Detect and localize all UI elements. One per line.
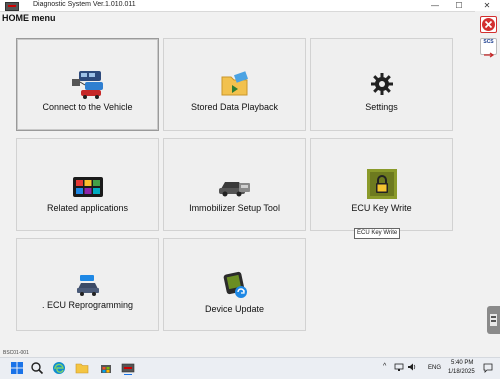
app-logo-icon bbox=[5, 2, 19, 11]
panel-toggle-icon bbox=[490, 314, 497, 326]
diagnostic-app-taskbar-icon[interactable] bbox=[121, 361, 135, 375]
ecu-lock-icon bbox=[366, 169, 397, 199]
search-icon[interactable] bbox=[30, 361, 44, 375]
close-icon bbox=[482, 18, 495, 31]
exit-button[interactable] bbox=[480, 16, 497, 33]
tray-overflow-arrow[interactable]: ^ bbox=[383, 363, 386, 370]
network-icon[interactable] bbox=[394, 362, 404, 372]
tile-immobilizer-setup[interactable]: Immobilizer Setup Tool bbox=[163, 138, 306, 231]
device-update-icon bbox=[223, 271, 247, 298]
clock-date[interactable]: 1/18/2025 bbox=[448, 369, 475, 375]
file-explorer-icon[interactable] bbox=[75, 361, 89, 375]
tile-label: Settings bbox=[365, 102, 398, 112]
title-bar: Diagnostic System Ver.1.010.011 — ☐ ✕ bbox=[0, 0, 500, 12]
taskbar: ^ ENG 5:40 PM 1/18/2025 bbox=[0, 357, 500, 379]
scs-label: SCS bbox=[483, 39, 494, 45]
window-title: Diagnostic System Ver.1.010.011 bbox=[33, 1, 136, 8]
tile-ecu-key-write[interactable]: ECU Key Write bbox=[310, 138, 453, 231]
tile-label: Connect to the Vehicle bbox=[42, 102, 133, 112]
volume-icon[interactable] bbox=[407, 362, 417, 372]
tile-label: Device Update bbox=[204, 304, 265, 314]
status-code: BSC01-001 bbox=[3, 350, 29, 356]
tile-connect-vehicle[interactable]: Connect to the Vehicle bbox=[16, 38, 159, 131]
ecu-reprogram-icon bbox=[76, 275, 99, 296]
folder-playback-icon bbox=[221, 71, 248, 96]
vehicle-connect-icon bbox=[71, 71, 103, 99]
home-menu-title: HOME menu bbox=[2, 13, 56, 23]
close-window-button[interactable]: ✕ bbox=[478, 0, 496, 11]
language-indicator[interactable]: ENG bbox=[428, 365, 441, 371]
tile-label: Stored Data Playback bbox=[190, 102, 279, 112]
tile-ecu-reprogramming[interactable]: . ECU Reprogramming bbox=[16, 238, 159, 331]
clock-time[interactable]: 5:40 PM bbox=[451, 360, 473, 366]
tile-label: . ECU Reprogramming bbox=[41, 300, 134, 310]
immobilizer-icon bbox=[218, 182, 250, 197]
windows-start-icon[interactable] bbox=[10, 361, 24, 375]
tile-label: Related applications bbox=[46, 203, 129, 213]
edge-browser-icon[interactable] bbox=[52, 361, 66, 375]
tile-device-update[interactable]: Device Update bbox=[163, 238, 306, 331]
maximize-button[interactable]: ☐ bbox=[450, 0, 468, 11]
tile-related-applications[interactable]: Related applications bbox=[16, 138, 159, 231]
tile-label: ECU Key Write bbox=[351, 203, 412, 213]
tile-label: Immobilizer Setup Tool bbox=[189, 203, 280, 213]
side-panel-tab[interactable] bbox=[487, 306, 500, 334]
tile-stored-data-playback[interactable]: Stored Data Playback bbox=[163, 38, 306, 131]
notification-icon[interactable] bbox=[483, 363, 493, 373]
store-icon[interactable] bbox=[99, 361, 113, 375]
tooltip: ECU Key Write bbox=[354, 228, 401, 239]
minimize-button[interactable]: — bbox=[426, 0, 444, 11]
apps-grid-icon bbox=[72, 177, 103, 197]
scs-button[interactable]: SCS bbox=[480, 38, 497, 58]
scs-link-icon bbox=[484, 52, 495, 58]
gear-icon bbox=[370, 73, 393, 95]
tile-settings[interactable]: Settings bbox=[310, 38, 453, 131]
